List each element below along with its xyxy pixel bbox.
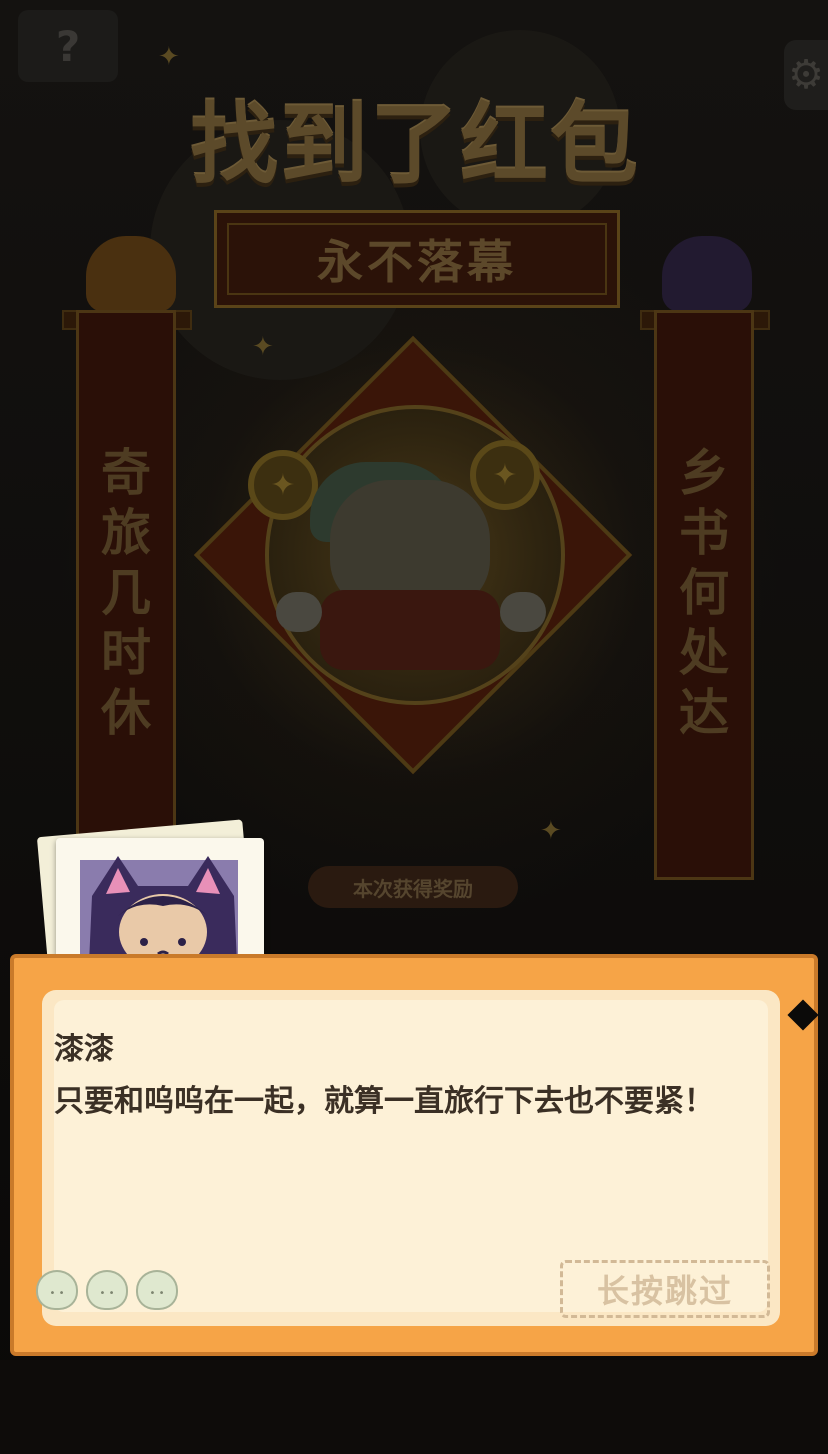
coin-icon: ✦ <box>248 450 318 520</box>
couplet-char: 奇 <box>101 444 151 502</box>
hold-to-skip-button[interactable]: 长按跳过 <box>560 1260 770 1318</box>
couplet-char: 处 <box>679 624 729 682</box>
character-hand <box>500 592 546 632</box>
banner-text: 永不落幕 <box>227 223 607 295</box>
character-hand <box>276 592 322 632</box>
couplet-char: 时 <box>101 624 151 682</box>
couplet-char: 何 <box>679 564 729 622</box>
left-couplet-scroll: 奇 旅 几 时 休 <box>76 310 176 880</box>
sparkle-icon: ✦ <box>540 816 562 846</box>
right-couplet-text: 乡 书 何 处 达 <box>657 443 751 743</box>
dumpling-icon: • • <box>136 1270 178 1310</box>
right-couplet-scroll: 乡 书 何 处 达 <box>654 310 754 880</box>
dumpling-icon: • • <box>86 1270 128 1310</box>
dumpling-icon: • • <box>36 1270 78 1310</box>
coin-icon: ✦ <box>470 440 540 510</box>
left-couplet-text: 奇 旅 几 时 休 <box>79 443 173 743</box>
orange-cat-figure-icon <box>86 236 176 312</box>
dialog-text: 只要和呜呜在一起，就算一直旅行下去也不要紧！ <box>54 1084 714 1119</box>
purple-cat-figure-icon <box>662 236 752 312</box>
speaker-name: 漆漆 <box>54 1032 114 1067</box>
couplet-char: 书 <box>679 504 729 562</box>
couplet-char: 乡 <box>679 444 729 502</box>
help-button[interactable]: ? <box>18 10 118 82</box>
character-body <box>320 590 500 670</box>
couplet-char: 几 <box>101 564 151 622</box>
couplet-char: 达 <box>679 684 729 742</box>
sparkle-icon: ✦ <box>252 332 274 362</box>
question-mark-icon: ? <box>55 21 81 71</box>
banner-plaque: 永不落幕 <box>214 210 620 308</box>
gear-icon: ⚙ <box>788 52 824 98</box>
bottom-background <box>0 1360 828 1454</box>
sparkle-icon: ✦ <box>158 42 180 72</box>
couplet-char: 旅 <box>101 504 151 562</box>
settings-button[interactable]: ⚙ <box>784 40 828 110</box>
couplet-char: 休 <box>101 684 151 742</box>
reward-title: 找到了红包 <box>189 93 640 196</box>
reward-label: 本次获得奖励 <box>308 866 518 908</box>
